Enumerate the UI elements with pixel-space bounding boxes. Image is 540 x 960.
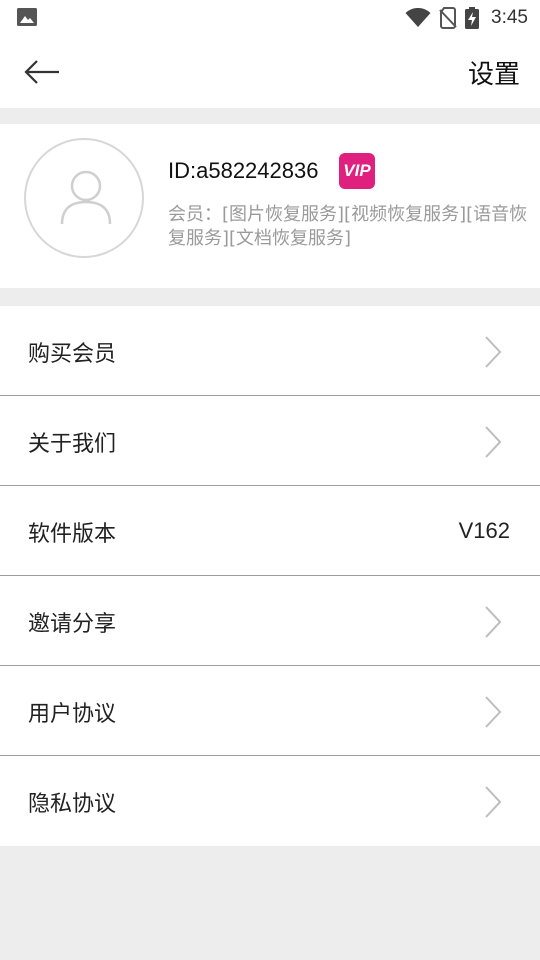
- image-icon: [17, 8, 37, 26]
- menu-item-label: 购买会员: [28, 342, 117, 367]
- membership-info: 会员：[图片恢复服务][视频恢复服务][语音恢复服务][文档恢复服务]: [168, 204, 528, 249]
- avatar[interactable]: [24, 138, 144, 258]
- no-sim-icon: [439, 7, 457, 29]
- version-value: V162: [458, 518, 510, 543]
- menu-item-invite-share[interactable]: 邀请分享: [0, 576, 540, 666]
- menu-item-label: 关于我们: [28, 432, 117, 457]
- chevron-right-icon: [485, 696, 502, 728]
- arrow-left-icon[interactable]: [22, 56, 62, 88]
- chevron-right-icon: [485, 786, 502, 818]
- menu-item-label: 用户协议: [28, 702, 117, 727]
- vip-badge: VIP: [339, 153, 375, 189]
- menu-item-privacy-policy[interactable]: 隐私协议: [0, 756, 540, 846]
- profile-card: ID:a582242836 VIP 会员：[图片恢复服务][视频恢复服务][语音…: [0, 124, 540, 288]
- menu-item-buy-membership[interactable]: 购买会员: [0, 306, 540, 396]
- menu-item-user-agreement[interactable]: 用户协议: [0, 666, 540, 756]
- chevron-right-icon: [485, 336, 502, 368]
- status-icons: 3:45: [405, 6, 528, 30]
- battery-charging-icon: [465, 7, 480, 29]
- status-time: 3:45: [491, 7, 528, 28]
- user-id: ID:a582242836: [168, 158, 319, 183]
- user-icon: [60, 170, 112, 225]
- menu-item-label: 隐私协议: [28, 792, 117, 817]
- status-bar: 3:45: [0, 0, 540, 36]
- header: 设置: [0, 36, 540, 108]
- wifi-icon: [405, 8, 431, 27]
- menu-item-software-version[interactable]: 软件版本 V162: [0, 486, 540, 576]
- menu-item-label: 邀请分享: [28, 612, 117, 637]
- menu-item-about-us[interactable]: 关于我们: [0, 396, 540, 486]
- page-title: 设置: [467, 60, 520, 90]
- chevron-right-icon: [485, 426, 502, 458]
- chevron-right-icon: [485, 606, 502, 638]
- settings-menu: 购买会员 关于我们 软件版本 V162 邀请分享 用户协议 隐私协议: [0, 306, 540, 846]
- menu-item-label: 软件版本: [28, 522, 117, 547]
